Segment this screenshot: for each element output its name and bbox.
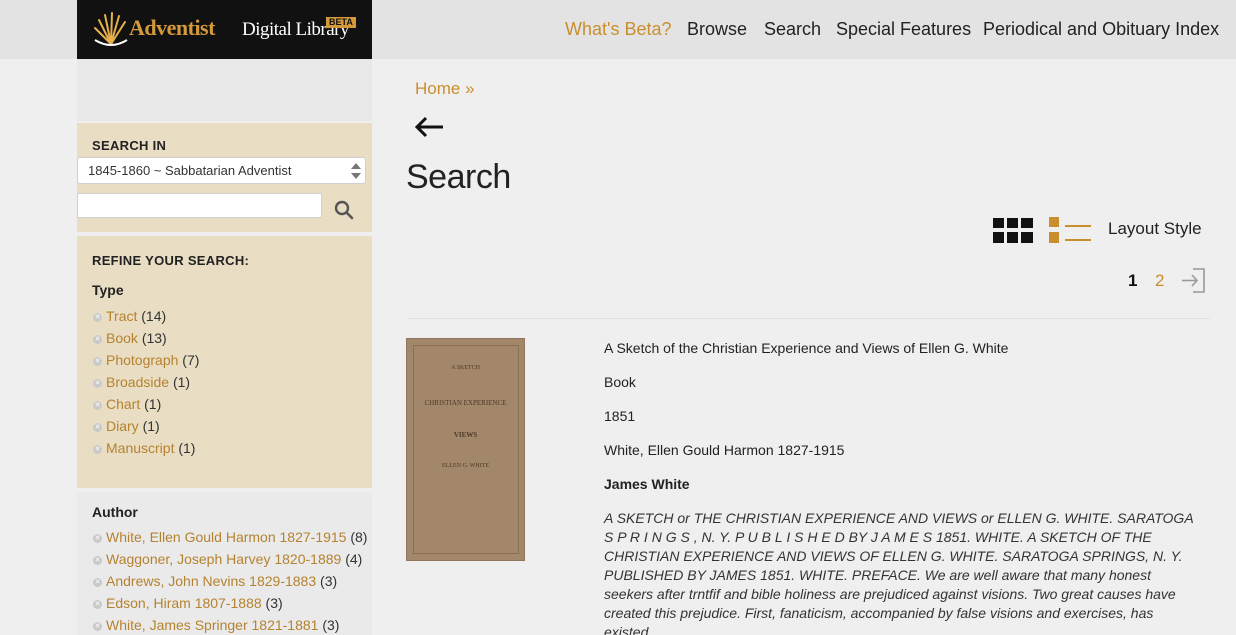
facet-label[interactable]: Edson, Hiram 1807-1888 bbox=[106, 595, 262, 611]
breadcrumb-home[interactable]: Home » bbox=[415, 79, 475, 99]
search-panel: SEARCH IN 1845-1860 ~ Sabbatarian Advent… bbox=[77, 123, 372, 232]
facet-label[interactable]: Andrews, John Nevins 1829-1883 bbox=[106, 573, 316, 589]
facet-item-chart[interactable]: ✕ Chart (1) bbox=[93, 396, 161, 412]
refine-heading: REFINE YOUR SEARCH: bbox=[92, 253, 250, 268]
facet-item-author[interactable]: ✕ White, Ellen Gould Harmon 1827-1915 (8) bbox=[93, 529, 367, 545]
pagination-current: 1 bbox=[1128, 271, 1138, 290]
facet-label[interactable]: Waggoner, Joseph Harvey 1820-1889 bbox=[106, 551, 341, 567]
remove-icon: ✕ bbox=[93, 622, 102, 631]
facet-type-title: Type bbox=[92, 282, 124, 298]
facet-label[interactable]: Photograph bbox=[106, 352, 178, 368]
pagination-page-2[interactable]: 2 bbox=[1155, 271, 1164, 291]
remove-icon: ✕ bbox=[93, 379, 102, 388]
nav-periodical-obituary-index[interactable]: Periodical and Obituary Index bbox=[983, 19, 1219, 40]
layout-style-label: Layout Style bbox=[1108, 219, 1202, 238]
logo-fan-icon bbox=[94, 12, 128, 46]
facet-count: (1) bbox=[144, 396, 162, 412]
top-bar: Adventist Digital Library BETA What's Be… bbox=[0, 0, 1236, 59]
results-divider bbox=[407, 318, 1210, 319]
result-author: White, Ellen Gould Harmon 1827-1915 bbox=[604, 442, 845, 458]
result-title[interactable]: A Sketch of the Christian Experience and… bbox=[604, 340, 1008, 356]
search-in-value: 1845-1860 ~ Sabbatarian Adventist bbox=[88, 163, 292, 178]
facet-label[interactable]: Chart bbox=[106, 396, 140, 412]
next-page-icon[interactable] bbox=[1181, 268, 1205, 293]
facet-item-manuscript[interactable]: ✕ Manuscript (1) bbox=[93, 440, 195, 456]
remove-icon: ✕ bbox=[93, 423, 102, 432]
facet-count: (3) bbox=[265, 595, 283, 611]
remove-icon: ✕ bbox=[93, 556, 102, 565]
facet-item-author[interactable]: ✕ White, James Springer 1821-1881 (3) bbox=[93, 617, 339, 633]
facet-item-diary[interactable]: ✕ Diary (1) bbox=[93, 418, 160, 434]
facet-count: (1) bbox=[178, 440, 196, 456]
facet-item-book[interactable]: ✕ Book (13) bbox=[93, 330, 167, 346]
nav-search[interactable]: Search bbox=[764, 19, 821, 40]
search-icon[interactable] bbox=[333, 199, 355, 221]
facet-count: (7) bbox=[182, 352, 200, 368]
remove-icon: ✕ bbox=[93, 335, 102, 344]
facet-count: (13) bbox=[141, 330, 167, 346]
cover-line: VIEWS bbox=[453, 431, 478, 439]
author-panel: Author ✕ White, Ellen Gould Harmon 1827-1… bbox=[77, 492, 372, 635]
facet-count: (1) bbox=[172, 374, 191, 390]
page-title: Search bbox=[406, 158, 511, 196]
list-layout-icon[interactable] bbox=[1049, 217, 1091, 243]
result-type: Book bbox=[604, 374, 636, 390]
site-logo[interactable]: Adventist Digital Library BETA bbox=[77, 0, 372, 59]
facet-count: (8) bbox=[350, 529, 368, 545]
remove-icon: ✕ bbox=[93, 534, 102, 543]
facet-count: (4) bbox=[345, 551, 363, 567]
facet-item-author[interactable]: ✕ Waggoner, Joseph Harvey 1820-1889 (4) bbox=[93, 551, 362, 567]
remove-icon: ✕ bbox=[93, 313, 102, 322]
facet-item-author[interactable]: ✕ Andrews, John Nevins 1829-1883 (3) bbox=[93, 573, 337, 589]
cover-line: A SKETCH bbox=[451, 365, 480, 371]
remove-icon: ✕ bbox=[93, 445, 102, 454]
search-in-label: SEARCH IN bbox=[92, 138, 167, 153]
facet-item-author[interactable]: ✕ Edson, Hiram 1807-1888 (3) bbox=[93, 595, 283, 611]
select-arrows-icon bbox=[351, 163, 361, 179]
facet-label[interactable]: Tract bbox=[106, 308, 137, 324]
facet-label[interactable]: Broadside bbox=[106, 374, 169, 390]
result-publisher: James White bbox=[604, 476, 690, 492]
facet-count: (3) bbox=[322, 617, 340, 633]
facet-item-broadside[interactable]: ✕ Broadside (1) bbox=[93, 374, 190, 390]
facet-label[interactable]: White, Ellen Gould Harmon 1827-1915 bbox=[106, 529, 346, 545]
facet-count: (3) bbox=[320, 573, 338, 589]
beta-badge: BETA bbox=[326, 17, 356, 28]
search-query-input[interactable] bbox=[77, 193, 322, 218]
result-thumbnail[interactable]: A SKETCH CHRISTIAN EXPERIENCE VIEWS ELLE… bbox=[406, 338, 525, 561]
refine-panel: REFINE YOUR SEARCH: Type ✕ Tract (14) ✕ Bo… bbox=[77, 236, 372, 488]
facet-label[interactable]: Book bbox=[106, 330, 138, 346]
cover-line: ELLEN G. WHITE bbox=[441, 463, 490, 469]
nav-special-features[interactable]: Special Features bbox=[836, 19, 971, 40]
facet-author-title: Author bbox=[92, 504, 138, 520]
back-arrow-icon[interactable] bbox=[414, 115, 446, 139]
remove-icon: ✕ bbox=[93, 401, 102, 410]
facet-item-tract[interactable]: ✕ Tract (14) bbox=[93, 308, 166, 324]
facet-label[interactable]: Diary bbox=[106, 418, 139, 434]
facet-label[interactable]: Manuscript bbox=[106, 440, 174, 456]
cover-frame bbox=[413, 345, 519, 554]
sidebar-spacer bbox=[77, 59, 372, 121]
facet-item-photograph[interactable]: ✕ Photograph (7) bbox=[93, 352, 199, 368]
remove-icon: ✕ bbox=[93, 578, 102, 587]
grid-layout-icon[interactable] bbox=[993, 218, 1033, 243]
nav-whats-beta[interactable]: What's Beta? bbox=[565, 19, 672, 40]
logo-brand-primary: Adventist bbox=[129, 15, 215, 40]
remove-icon: ✕ bbox=[93, 357, 102, 366]
search-in-select[interactable]: 1845-1860 ~ Sabbatarian Adventist bbox=[77, 157, 366, 184]
result-year: 1851 bbox=[604, 408, 636, 424]
facet-count: (1) bbox=[142, 418, 160, 434]
cover-line: CHRISTIAN EXPERIENCE bbox=[424, 399, 507, 407]
result-snippet: A SKETCH or THE CHRISTIAN EXPERIENCE AND… bbox=[604, 510, 1194, 635]
nav-browse[interactable]: Browse bbox=[687, 19, 747, 40]
facet-label[interactable]: White, James Springer 1821-1881 bbox=[106, 617, 318, 633]
facet-count: (14) bbox=[141, 308, 167, 324]
remove-icon: ✕ bbox=[93, 600, 102, 609]
